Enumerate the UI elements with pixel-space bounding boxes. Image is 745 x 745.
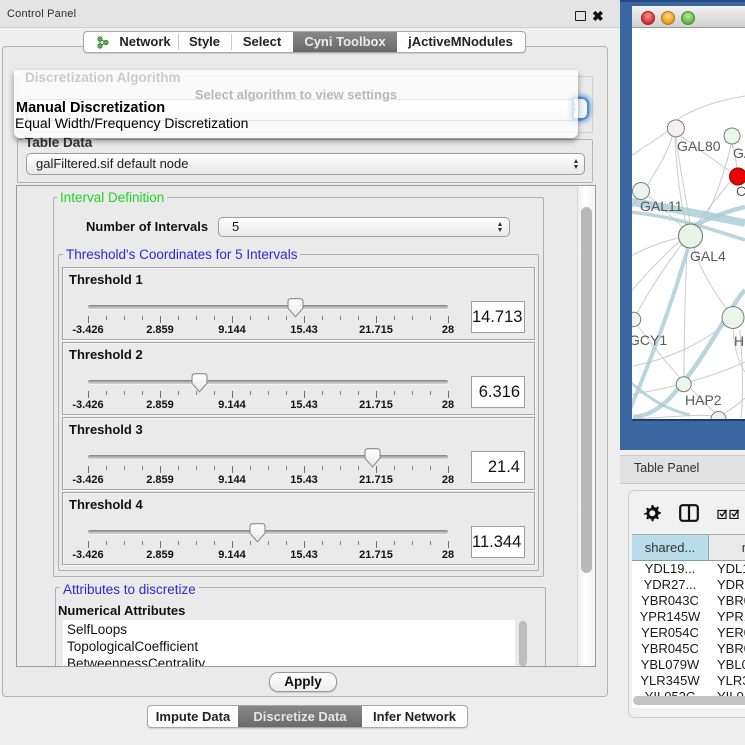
svg-text:GAL80: GAL80 — [677, 138, 721, 154]
svg-text:H: H — [734, 333, 744, 349]
svg-text:GAL4: GAL4 — [690, 248, 726, 264]
svg-text:C: C — [736, 183, 745, 199]
svg-text:GCY1: GCY1 — [632, 332, 667, 348]
svg-text:GAL11: GAL11 — [640, 198, 683, 214]
svg-text:GA: GA — [733, 145, 745, 161]
svg-text:HAP2: HAP2 — [685, 392, 722, 408]
